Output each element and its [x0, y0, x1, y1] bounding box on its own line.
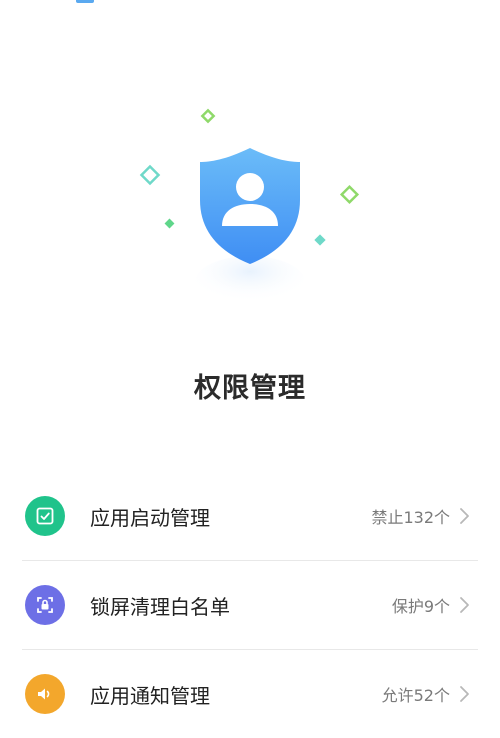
diamond-icon — [339, 184, 360, 205]
item-label: 应用启动管理 — [90, 505, 210, 530]
item-label: 应用通知管理 — [90, 683, 210, 708]
shield-illustration — [139, 108, 360, 308]
lock-clean-icon — [25, 585, 65, 625]
item-value: 允许52个 — [381, 686, 450, 705]
sound-icon — [25, 674, 65, 714]
diamond-icon — [164, 218, 175, 229]
list-item-lockscreen-whitelist[interactable]: 锁屏清理白名单 保护9个 — [22, 561, 478, 650]
chevron-right-icon — [460, 686, 469, 702]
list-item-app-launch[interactable]: 应用启动管理 禁止132个 — [22, 472, 478, 561]
item-label: 锁屏清理白名单 — [90, 594, 230, 619]
page-title: 权限管理 — [194, 373, 306, 404]
hero-illustration — [0, 0, 500, 330]
checkbox-icon — [25, 496, 65, 536]
person-head-icon — [236, 173, 264, 201]
item-value: 禁止132个 — [371, 508, 450, 527]
list-item-notification-management[interactable]: 应用通知管理 允许52个 — [22, 650, 478, 738]
permission-list: 应用启动管理 禁止132个 锁屏清理白名单 保护9个 应用通知管理 允许52个 — [22, 472, 478, 738]
diamond-icon — [314, 234, 326, 246]
chevron-right-icon — [460, 597, 469, 613]
diamond-icon — [139, 164, 161, 186]
item-value: 保护9个 — [391, 597, 450, 616]
chevron-right-icon — [460, 508, 469, 524]
diamond-icon — [200, 108, 216, 124]
